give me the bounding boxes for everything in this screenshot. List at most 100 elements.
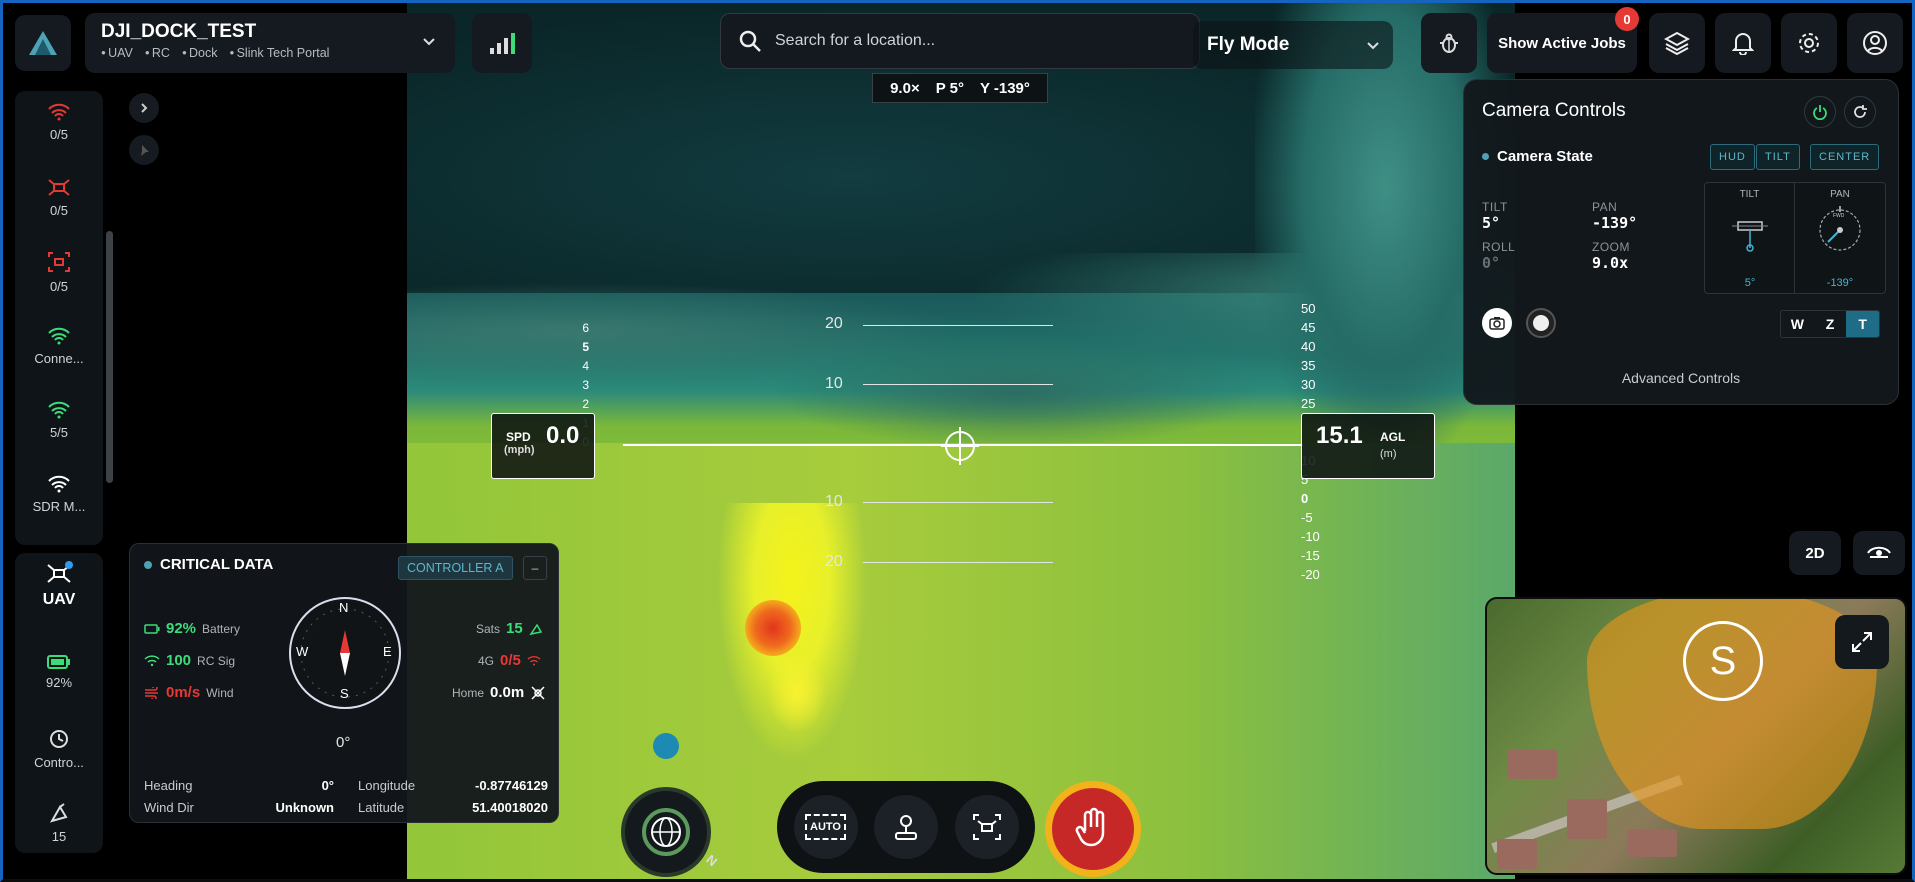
wifi-icon (527, 655, 541, 666)
compass-east: E (383, 644, 392, 659)
pin-panel-button[interactable] (129, 135, 159, 165)
signal-bars-icon (490, 33, 515, 54)
lens-thermal-button[interactable]: T (1846, 311, 1879, 337)
center-button[interactable]: CENTER (1810, 144, 1880, 170)
notifications-button[interactable] (1715, 13, 1771, 73)
drone-scan-icon (48, 252, 70, 272)
nav-item-uav[interactable]: UAV (15, 561, 103, 609)
altitude-scale-tick: 30 (1301, 377, 1316, 392)
search-input[interactable] (775, 32, 1155, 50)
expand-panel-button[interactable] (129, 93, 159, 123)
altitude-scale-tick: -5 (1301, 510, 1313, 525)
satellite-icon (529, 623, 542, 635)
scrollbar-thumb[interactable] (106, 231, 113, 483)
sidebar-scrollbar[interactable] (106, 91, 114, 851)
debug-button[interactable] (1421, 13, 1477, 73)
lens-zoom-button[interactable]: Z (1814, 311, 1847, 337)
uav-status-nav: UAV 92% Contro... 15 (15, 553, 103, 853)
network-label: 4G (478, 653, 495, 668)
nav-item-battery[interactable]: 92% (15, 655, 103, 690)
app-logo[interactable] (15, 15, 71, 71)
eye-drone-icon (1867, 546, 1891, 558)
search-icon (739, 30, 761, 52)
nav-item-connection[interactable]: Conne... (15, 327, 103, 366)
crosshair-icon (941, 427, 979, 465)
lens-wide-button[interactable]: W (1781, 311, 1814, 337)
speed-scale-tick: 4 (582, 359, 589, 373)
chevron-down-icon (1367, 42, 1379, 50)
account-button[interactable] (1847, 13, 1903, 73)
expand-map-button[interactable] (1835, 615, 1889, 669)
speed-scale-tick: 2 (582, 397, 589, 411)
nav-item-controller[interactable]: Contro... (15, 729, 103, 770)
wind-icon (145, 686, 158, 699)
joystick-button[interactable] (874, 795, 938, 859)
battery-label: Battery (202, 621, 241, 636)
camera-icon (1489, 317, 1505, 330)
auto-track-button[interactable]: AUTO (793, 795, 858, 859)
record-icon (1533, 315, 1549, 331)
nav-item-sdr[interactable]: SDR M... (15, 475, 103, 514)
map-building (1567, 799, 1607, 839)
zoom-value: 9.0x (1592, 254, 1629, 272)
altitude-scale-tick: 0 (1301, 491, 1309, 506)
mini-map[interactable]: S (1485, 597, 1907, 875)
altitude-scale-tick: 40 (1301, 339, 1316, 354)
tilt-value: 5° (1482, 214, 1501, 232)
camera-power-button[interactable] (1804, 96, 1836, 128)
nav-item-dock[interactable]: 0/5 (15, 251, 103, 294)
location-marker (653, 733, 679, 759)
pitch-line (863, 502, 1053, 503)
nav-item-signal[interactable]: 5/5 (15, 401, 103, 440)
user-avatar-icon (1863, 31, 1887, 55)
org-selector[interactable]: DJI_DOCK_TEST UAV RC Dock Slink Tech Por… (85, 13, 455, 73)
tilt-label: TILT (1482, 200, 1508, 214)
network-value: 0/5 (500, 652, 521, 669)
drone-view-button[interactable] (1853, 531, 1905, 575)
globe-view-button[interactable]: N (621, 787, 720, 877)
sats-row: Sats 15 (476, 620, 543, 637)
record-video-button[interactable] (1526, 308, 1556, 338)
org-tag: Dock (182, 46, 217, 60)
drone-icon (47, 561, 73, 583)
capture-photo-button[interactable] (1482, 308, 1512, 338)
camera-controls-panel: Camera Controls Camera State HUD TILT CE… (1463, 79, 1899, 405)
controller-tag[interactable]: CONTROLLER A (398, 556, 513, 580)
wifi-icon (48, 401, 70, 419)
minimize-button[interactable]: – (523, 556, 547, 580)
satellite-icon (49, 803, 68, 823)
nav-item-label: 5/5 (49, 425, 69, 440)
telemetry-value: 51.40018020 (472, 799, 548, 815)
tilt-toggle-button[interactable]: TILT (1756, 144, 1800, 170)
layers-button[interactable] (1649, 13, 1705, 73)
nav-item-wifi-1[interactable]: 0/5 (15, 103, 103, 142)
show-active-jobs-button[interactable]: Show Active Jobs 0 (1487, 7, 1639, 73)
speed-indicator: SPD (mph) 0.0 (491, 413, 595, 479)
expand-icon (1852, 632, 1872, 652)
battery-icon (47, 655, 70, 669)
settings-button[interactable] (1781, 13, 1837, 73)
org-tag: Slink Tech Portal (230, 46, 330, 60)
gimbal-tilt-label: TILT (1739, 189, 1760, 200)
org-tags: UAV RC Dock Slink Tech Portal (101, 46, 439, 60)
wifi-icon (48, 475, 70, 493)
org-tag: RC (145, 46, 170, 60)
signal-strength-button[interactable] (472, 13, 532, 73)
target-drone-button[interactable] (954, 795, 1019, 859)
thermal-hotspot-lower (767, 653, 827, 733)
location-search[interactable] (720, 13, 1200, 69)
nav-item-satellites[interactable]: 15 (15, 803, 103, 844)
view-2d-toggle[interactable]: 2D (1789, 531, 1841, 575)
speed-scale-tick: 6 (582, 321, 589, 335)
lens-selector[interactable]: W Z T (1780, 310, 1880, 338)
fly-mode-select[interactable]: Fly Mode (1193, 21, 1393, 69)
pitch-line (863, 562, 1053, 563)
camera-reset-button[interactable] (1844, 96, 1876, 128)
speed-unit: (mph) (504, 444, 535, 456)
nav-item-drone[interactable]: 0/5 (15, 177, 103, 218)
altitude-scale-tick: 25 (1301, 396, 1316, 411)
map-building (1497, 839, 1537, 869)
emergency-stop-button[interactable] (1045, 781, 1141, 877)
hud-toggle-button[interactable]: HUD (1710, 144, 1755, 170)
advanced-controls-link[interactable]: Advanced Controls (1464, 370, 1898, 386)
